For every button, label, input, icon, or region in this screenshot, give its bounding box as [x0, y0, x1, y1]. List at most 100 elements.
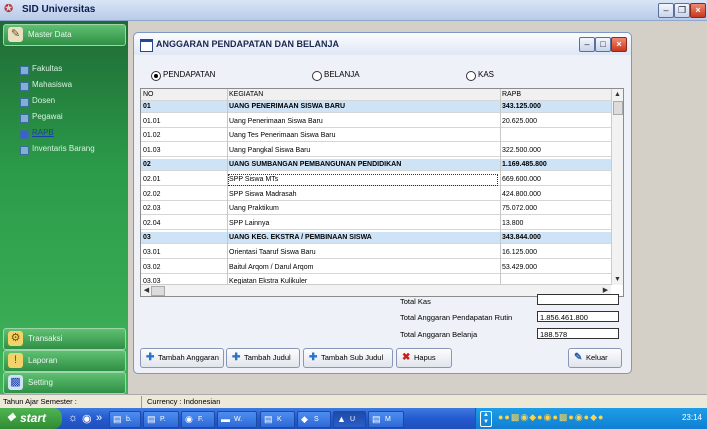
cell-kegiatan[interactable]: UANG KEG. EKSTRA / PEMBINAAN SISWA [229, 233, 497, 243]
cell-no[interactable]: 03.01 [143, 248, 193, 258]
total-kas-field[interactable] [537, 294, 619, 305]
clock: 23:14 [681, 413, 702, 422]
total-pendapatan-field[interactable]: 1.856.461.800 [537, 311, 619, 322]
tambah-sub-judul-button[interactable]: ✚ Tambah Sub Judul [303, 348, 393, 368]
table-row[interactable]: 01.03 Uang Pangkal Siswa Baru 322.500.000 [141, 145, 611, 157]
cell-no[interactable]: 03 [143, 233, 193, 243]
sidebar-item-label: Pegawai [32, 112, 63, 121]
cell-kegiatan[interactable]: SPP Lainnya [229, 219, 497, 229]
cell-rapb[interactable]: 424.800.000 [502, 190, 602, 200]
cell-kegiatan[interactable]: UANG SUMBANGAN PEMBANGUNAN PENDIDIKAN [229, 160, 497, 170]
taskbar-task-button[interactable]: ▬ W. [217, 411, 257, 428]
overflow-chevron-icon[interactable]: » [96, 412, 102, 424]
cell-no[interactable]: 02 [143, 160, 193, 170]
cell-no[interactable]: 01.03 [143, 146, 193, 156]
scroll-thumb[interactable] [151, 286, 165, 296]
cell-kegiatan[interactable]: Uang Penerimaan Siswa Baru [229, 117, 497, 127]
cell-rapb[interactable] [502, 131, 602, 141]
cell-kegiatan[interactable]: Uang Tes Penerimaan Siswa Baru [229, 131, 497, 141]
cell-no[interactable]: 01.01 [143, 117, 193, 127]
taskbar-task-button[interactable]: ▲ U [333, 411, 366, 428]
cell-kegiatan[interactable]: Uang Praktikum [229, 204, 497, 214]
vertical-scrollbar[interactable]: ▲ ▼ [611, 89, 623, 285]
minimize-icon[interactable]: – [658, 3, 674, 18]
cell-kegiatan[interactable]: SPP Siswa MTs [228, 174, 498, 186]
media-icon[interactable]: ◉ [82, 412, 92, 425]
close-icon[interactable]: × [611, 37, 627, 52]
cell-no[interactable]: 02.01 [143, 175, 193, 185]
total-belanja-field[interactable]: 188.578 [537, 328, 619, 339]
minimize-icon[interactable]: – [579, 37, 595, 52]
cell-rapb[interactable]: 343.844.000 [502, 233, 602, 243]
delete-icon: ✖ [402, 352, 411, 363]
header-rapb[interactable]: RAPB [502, 90, 602, 100]
taskbar-task-button[interactable]: ◉ F. [181, 411, 215, 428]
table-row[interactable]: 01 UANG PENERIMAAN SISWA BARU 343.125.000 [141, 101, 611, 113]
close-icon[interactable]: × [690, 3, 706, 18]
tambah-anggaran-button[interactable]: ✚ Tambah Anggaran [140, 348, 224, 368]
cell-kegiatan[interactable]: SPP Siswa Madrasah [229, 190, 497, 200]
cell-kegiatan[interactable]: Uang Pangkal Siswa Baru [229, 146, 497, 156]
table-row[interactable]: 02.02 SPP Siswa Madrasah 424.800.000 [141, 189, 611, 201]
tray-expand-icon[interactable]: ▲ ▼ [480, 411, 492, 427]
hapus-button[interactable]: ✖ Hapus [396, 348, 452, 368]
cell-rapb[interactable]: 1.169.485.800 [502, 160, 602, 170]
taskbar-task-button[interactable]: ▤ P. [143, 411, 179, 428]
cell-rapb[interactable]: 322.500.000 [502, 146, 602, 156]
sidebar-section-master-data[interactable]: ✎ Master Data [3, 24, 126, 46]
scroll-left-icon[interactable]: ◀ [142, 286, 151, 295]
table-row[interactable]: 02.01 SPP Siswa MTs 669.600.000 [141, 174, 611, 186]
sidebar-section-laporan[interactable]: ! Laporan [3, 350, 126, 372]
cell-no[interactable]: 01 [143, 102, 193, 112]
rapb-table[interactable]: NO KEGIATAN RAPB 01 UANG PENERIMAAN SISWA… [140, 88, 624, 297]
table-row[interactable]: 01.02 Uang Tes Penerimaan Siswa Baru [141, 130, 611, 143]
cell-no[interactable]: 02.02 [143, 190, 193, 200]
tambah-judul-button[interactable]: ✚ Tambah Judul [226, 348, 300, 368]
cell-rapb[interactable]: 16.125.000 [502, 248, 602, 258]
cell-kegiatan[interactable]: Orientasi Taaruf Siswa Baru [229, 248, 497, 258]
cell-rapb[interactable]: 75.072.000 [502, 204, 602, 214]
sidebar-section-label: Master Data [28, 30, 72, 39]
keluar-button[interactable]: ✎ Keluar [568, 348, 622, 368]
table-row[interactable]: 03 UANG KEG. EKSTRA / PEMBINAAN SISWA 343.… [141, 232, 611, 245]
header-kegiatan[interactable]: KEGIATAN [229, 90, 497, 100]
square-icon [20, 114, 29, 123]
taskbar-task-button[interactable]: ▤ K [260, 411, 295, 428]
scroll-down-icon[interactable]: ▼ [613, 275, 622, 284]
taskbar-task-button[interactable]: ▤ M [368, 411, 404, 428]
cell-no[interactable]: 03.02 [143, 263, 193, 273]
table-header-row: NO KEGIATAN RAPB [141, 89, 611, 101]
sidebar-section-setting[interactable]: ▩ Setting [3, 372, 126, 394]
cell-kegiatan[interactable]: UANG PENERIMAAN SISWA BARU [229, 102, 497, 112]
table-row[interactable]: 02.04 SPP Lainnya 13.800 [141, 218, 611, 230]
cell-rapb[interactable]: 53.429.000 [502, 263, 602, 273]
table-row[interactable]: 01.01 Uang Penerimaan Siswa Baru 20.625.00… [141, 116, 611, 128]
scroll-thumb[interactable] [613, 101, 623, 115]
maximize-icon[interactable]: □ [595, 37, 611, 52]
cell-kegiatan[interactable]: Baitul Arqom / Darul Arqom [229, 263, 497, 273]
cell-rapb[interactable]: 13.800 [502, 219, 602, 229]
cell-no[interactable]: 02.03 [143, 204, 193, 214]
sidebar-section-transaksi[interactable]: ⚙ Transaksi [3, 328, 126, 350]
cell-rapb[interactable]: 343.125.000 [502, 102, 602, 112]
cell-no[interactable]: 02.04 [143, 219, 193, 229]
cell-no[interactable]: 01.02 [143, 131, 193, 141]
browser-icon[interactable]: ☼ [68, 412, 78, 424]
scroll-up-icon[interactable]: ▲ [613, 90, 622, 99]
taskbar-task-button[interactable]: ▤ b. [109, 411, 141, 428]
task-label: U [350, 416, 356, 423]
taskbar-task-button[interactable]: ◆ S [297, 411, 331, 428]
table-row[interactable]: 03.01 Orientasi Taaruf Siswa Baru 16.125.0… [141, 247, 611, 259]
header-no[interactable]: NO [143, 90, 193, 100]
task-label: b. [126, 416, 132, 423]
cell-rapb[interactable]: 669.600.000 [502, 175, 602, 185]
table-row[interactable]: 02.03 Uang Praktikum 75.072.000 [141, 203, 611, 216]
restore-icon[interactable]: ❐ [674, 3, 690, 18]
radio-label: PENDAPATAN [163, 70, 216, 79]
tray-icons[interactable]: ●●▩◉◆●◉●▩●◉●◆● [498, 412, 604, 423]
table-row[interactable]: 03.02 Baitul Arqom / Darul Arqom 53.429.00… [141, 262, 611, 274]
start-button[interactable]: ❖ start [0, 408, 62, 429]
task-label: P. [160, 416, 166, 423]
table-row[interactable]: 02 UANG SUMBANGAN PEMBANGUNAN PENDIDIKAN 1… [141, 159, 611, 172]
cell-rapb[interactable]: 20.625.000 [502, 117, 602, 127]
